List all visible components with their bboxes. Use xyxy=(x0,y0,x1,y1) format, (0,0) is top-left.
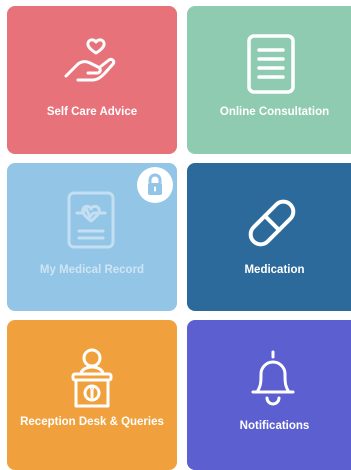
tile-label: Notifications xyxy=(239,420,310,432)
tile-label: Self Care Advice xyxy=(46,106,138,118)
reception-desk-icon xyxy=(67,348,117,410)
tile-self-care-advice[interactable]: Self Care Advice xyxy=(7,6,177,154)
medical-record-icon xyxy=(67,191,117,251)
tile-label: Reception Desk & Queries xyxy=(20,416,164,428)
tile-reception-desk[interactable]: Reception Desk & Queries xyxy=(7,320,177,470)
tile-label: Medication xyxy=(244,264,305,276)
pill-icon xyxy=(242,193,302,253)
tile-label: Online Consultation xyxy=(219,106,330,118)
tile-medication[interactable]: Medication xyxy=(187,163,351,311)
lock-badge xyxy=(137,167,173,203)
document-icon xyxy=(247,34,297,96)
tile-label: My Medical Record xyxy=(39,264,145,276)
hand-heart-icon xyxy=(62,36,122,86)
tile-my-medical-record[interactable]: My Medical Record xyxy=(7,163,177,311)
bell-icon xyxy=(245,348,301,410)
tile-notifications[interactable]: Notifications xyxy=(187,320,351,470)
lock-icon xyxy=(148,173,162,195)
tile-online-consultation[interactable]: Online Consultation xyxy=(187,6,351,154)
